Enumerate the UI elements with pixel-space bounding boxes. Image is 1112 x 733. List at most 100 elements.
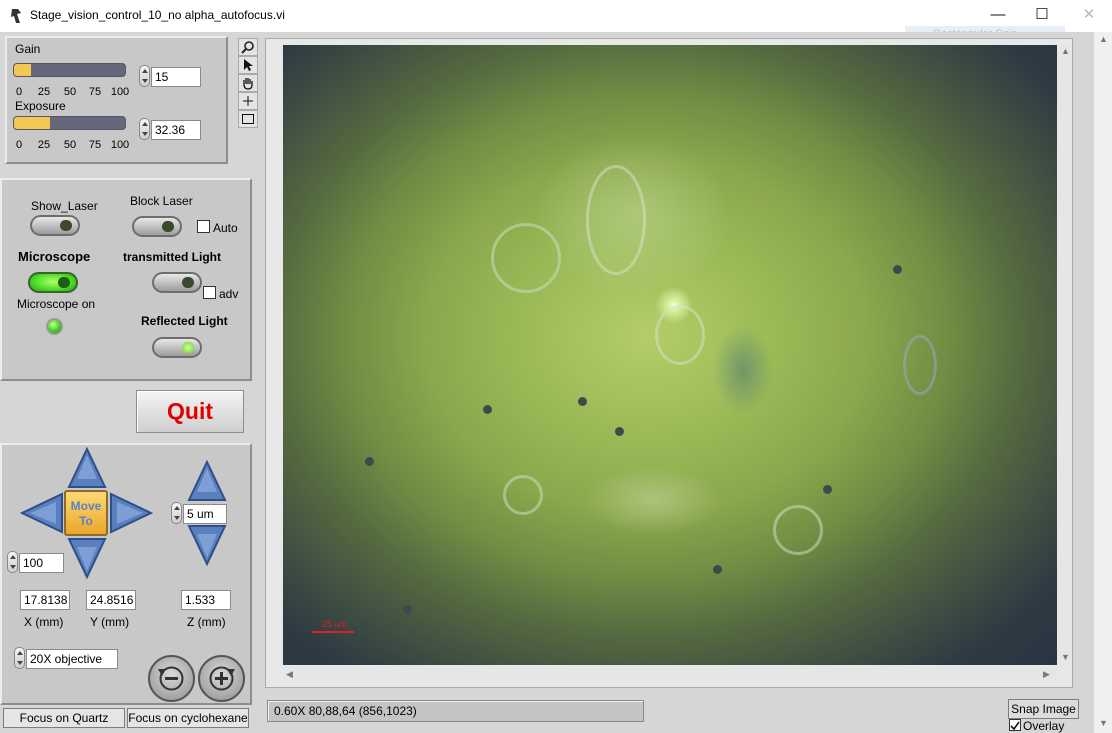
- pointer-icon[interactable]: [238, 56, 258, 74]
- exposure-label: Exposure: [15, 99, 66, 113]
- adv-label: adv: [219, 287, 239, 301]
- scroll-down-icon[interactable]: ▼: [1061, 652, 1070, 662]
- move-to-label-line2: To: [79, 514, 93, 528]
- reflected-light-toggle[interactable]: [152, 337, 202, 358]
- zoom-icon[interactable]: [238, 38, 258, 56]
- x-position-field: 17.8138: [20, 590, 70, 610]
- image-feature: [365, 457, 374, 466]
- exposure-tick: 25: [37, 139, 51, 151]
- image-feature: [903, 335, 937, 395]
- image-feature: [586, 165, 646, 275]
- exposure-slider[interactable]: [13, 116, 126, 130]
- camera-image[interactable]: [283, 45, 1057, 665]
- rotate-ccw-icon: [158, 666, 184, 691]
- z-label: Z (mm): [187, 615, 226, 629]
- gain-tick: 50: [63, 86, 77, 98]
- reflected-light-label: Reflected Light: [141, 314, 228, 328]
- image-feature: [491, 223, 561, 293]
- gain-tick: 25: [37, 86, 51, 98]
- gain-spinner[interactable]: [139, 65, 150, 87]
- overlay-label: Overlay: [1023, 719, 1065, 733]
- crosshair-icon[interactable]: [238, 92, 258, 110]
- image-feature: [655, 305, 705, 365]
- snap-image-button[interactable]: Snap Image: [1008, 699, 1079, 719]
- image-feature: [578, 397, 587, 406]
- hand-icon[interactable]: [238, 74, 258, 92]
- z-up-button[interactable]: [187, 460, 227, 502]
- window-vertical-scrollbar[interactable]: ▲ ▼: [1094, 32, 1112, 733]
- step-field[interactable]: 5 um: [183, 504, 227, 524]
- scale-bar: [312, 631, 354, 633]
- microscope-label: Microscope: [18, 249, 91, 264]
- scroll-up-icon[interactable]: ▲: [1061, 46, 1070, 56]
- scale-bar-label: 25 um: [322, 619, 348, 629]
- z-down-button[interactable]: [187, 524, 227, 566]
- image-horizontal-scrollbar[interactable]: ◀ ▶: [283, 667, 1057, 683]
- maximize-button[interactable]: ☐: [1029, 4, 1055, 26]
- exposure-tick: 0: [15, 139, 23, 151]
- window-scroll-down-icon[interactable]: ▼: [1099, 718, 1108, 728]
- arrow-right-button[interactable]: [109, 492, 153, 534]
- speed-field[interactable]: 100: [19, 553, 64, 573]
- overlay-checkbox[interactable]: [1009, 719, 1021, 731]
- gain-slider-fill: [14, 64, 31, 76]
- image-feature: [773, 505, 823, 555]
- quit-button[interactable]: Quit: [136, 390, 244, 433]
- exposure-tick: 100: [110, 139, 130, 151]
- speed-spinner[interactable]: [7, 551, 18, 573]
- image-feature: [823, 485, 832, 494]
- gain-label: Gain: [15, 42, 41, 56]
- transmitted-light-toggle[interactable]: [152, 272, 202, 293]
- focus-on-quartz-button[interactable]: Focus on Quartz: [3, 708, 125, 728]
- window-scroll-up-icon[interactable]: ▲: [1099, 34, 1108, 44]
- rotate-ccw-button[interactable]: [148, 655, 195, 702]
- image-status-bar: 0.60X 80,88,64 (856,1023): [267, 700, 644, 722]
- objective-select[interactable]: 20X objective: [26, 649, 118, 669]
- focus-on-cyclohexane-button[interactable]: Focus on cyclohexane: [127, 708, 249, 728]
- rotate-cw-button[interactable]: [198, 655, 245, 702]
- exposure-field[interactable]: 32.36: [151, 120, 201, 140]
- microscope-on-label: Microscope on: [17, 297, 96, 311]
- app-icon: [11, 9, 21, 23]
- window-title: Stage_vision_control_10_no alpha_autofoc…: [30, 8, 285, 22]
- move-to-button[interactable]: Move To: [64, 490, 108, 536]
- step-spinner[interactable]: [171, 502, 182, 524]
- gain-tick: 100: [110, 86, 130, 98]
- exposure-tick: 75: [88, 139, 102, 151]
- minimize-button[interactable]: —: [985, 4, 1011, 26]
- image-feature: [713, 325, 773, 415]
- exposure-spinner[interactable]: [139, 118, 150, 140]
- arrow-down-button[interactable]: [67, 537, 107, 579]
- auto-checkbox[interactable]: [197, 220, 210, 233]
- move-to-label-line1: Move: [70, 499, 102, 513]
- x-label: X (mm): [24, 615, 64, 629]
- close-button[interactable]: ✕: [1076, 4, 1102, 26]
- image-feature: [503, 475, 543, 515]
- block-laser-toggle[interactable]: [132, 216, 182, 237]
- show-laser-toggle[interactable]: [30, 215, 80, 236]
- exposure-tick: 50: [63, 139, 77, 151]
- rotate-cw-icon: [209, 666, 235, 691]
- microscope-toggle[interactable]: [28, 272, 78, 293]
- transmitted-light-label: transmitted Light: [123, 250, 221, 264]
- image-feature: [583, 465, 723, 535]
- image-vertical-scrollbar[interactable]: ▲ ▼: [1058, 45, 1072, 665]
- auto-label: Auto: [213, 221, 238, 235]
- image-feature: [713, 565, 722, 574]
- exposure-slider-fill: [14, 117, 50, 129]
- gain-tick: 0: [15, 86, 23, 98]
- image-feature: [893, 265, 902, 274]
- rect-select-icon[interactable]: [238, 110, 258, 128]
- image-feature: [615, 427, 624, 436]
- arrow-left-button[interactable]: [20, 492, 64, 534]
- objective-spinner[interactable]: [14, 647, 25, 669]
- adv-checkbox[interactable]: [203, 286, 216, 299]
- gain-field[interactable]: 15: [151, 67, 201, 87]
- microscope-on-led: [46, 318, 63, 335]
- scroll-left-icon[interactable]: ◀: [286, 669, 293, 680]
- scroll-right-icon[interactable]: ▶: [1043, 669, 1050, 680]
- block-laser-label: Block Laser: [130, 194, 193, 208]
- gain-tick: 75: [88, 86, 102, 98]
- arrow-up-button[interactable]: [67, 447, 107, 489]
- gain-slider[interactable]: [13, 63, 126, 77]
